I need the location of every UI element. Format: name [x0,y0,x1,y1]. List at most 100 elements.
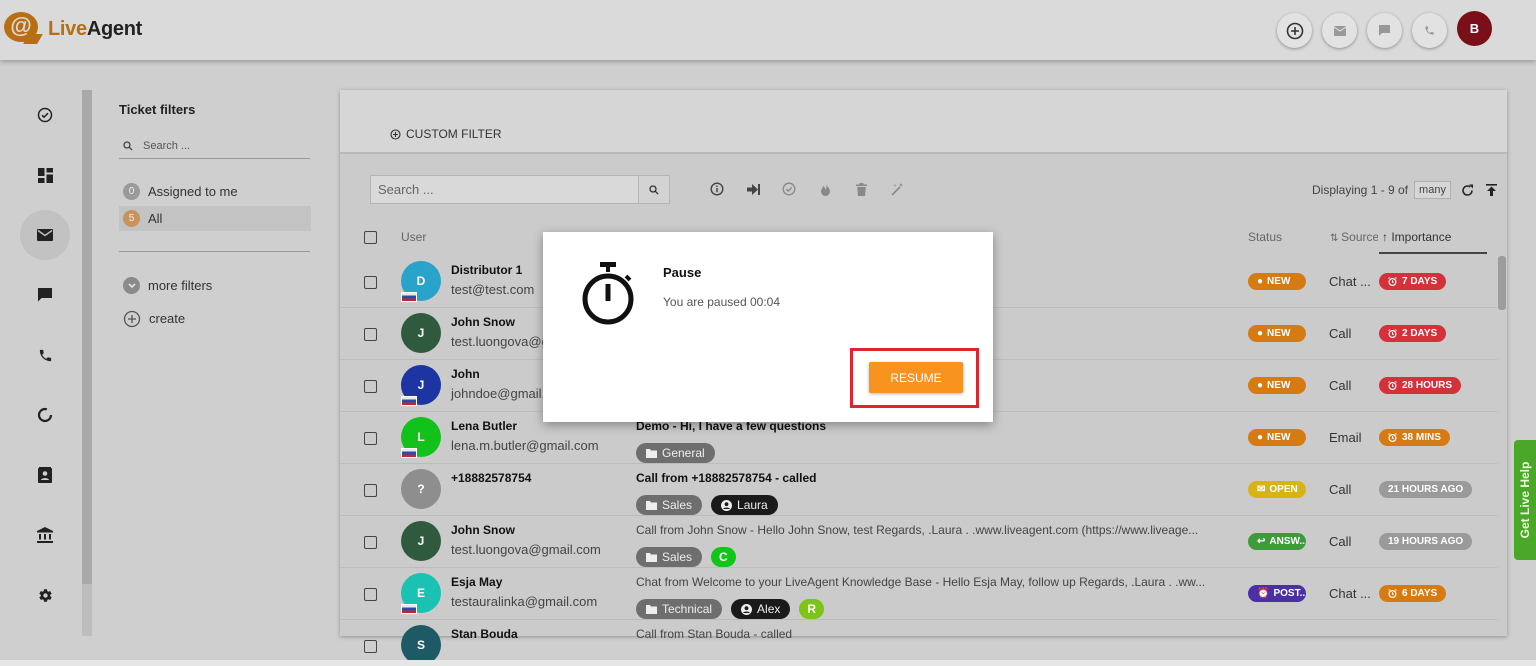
refresh-icon[interactable] [1461,184,1474,197]
contacts-icon[interactable] [20,450,70,500]
filter-all[interactable]: 5 All [119,206,311,231]
filter-search-placeholder: Search ... [143,140,191,152]
page-size-select[interactable]: many [1414,181,1451,199]
row-checkbox[interactable] [364,536,377,549]
country-flag-icon [401,604,417,614]
status-icon: ● [1257,380,1264,391]
get-live-help-tab[interactable]: Get Live Help [1514,440,1536,560]
alarm-icon [1388,433,1397,442]
liveagent-logo[interactable]: @ LiveAgent [4,12,142,46]
source-label: Chat ... [1329,586,1371,601]
row-checkbox[interactable] [364,380,377,393]
alarm-icon [1388,329,1397,338]
importance-badge: 21 HOURS AGO [1379,481,1473,498]
magic-wand-icon[interactable] [888,180,906,198]
folder-icon [646,448,657,458]
fire-icon[interactable] [816,180,834,198]
tag-label: C [719,550,728,564]
bottom-bar [0,660,1536,666]
sort-asc-icon: ↑ [1382,230,1392,244]
add-circle-icon [123,310,141,327]
check-circle-icon[interactable] [20,90,70,140]
status-icon: ⏰ [1257,588,1270,599]
user-avatar[interactable]: B [1457,11,1492,46]
status-badge: ● NEW [1248,429,1306,446]
dashboard-icon[interactable] [20,150,70,200]
status-icon: ● [1257,328,1264,339]
folder-icon [646,500,657,510]
mail-nav-icon[interactable] [20,210,70,260]
ticket-subject[interactable]: Chat from Welcome to your LiveAgent Know… [636,575,1205,589]
create-filter-button[interactable]: create [119,306,311,331]
status-label: NEW [1267,328,1291,339]
country-flag-icon [401,292,417,302]
ticket-tags: General [636,443,715,463]
chat-nav-icon[interactable] [20,270,70,320]
sort-indicator [1379,252,1487,254]
user-name: Lena Butler [451,419,518,433]
row-checkbox[interactable] [364,588,377,601]
phone-icon[interactable] [1412,13,1447,48]
row-checkbox[interactable] [364,640,377,653]
divider [119,251,310,252]
column-importance-label: Importance [1391,230,1452,244]
chat-icon[interactable] [1367,13,1402,48]
search-button[interactable] [638,175,670,204]
column-status[interactable]: Status [1248,230,1282,244]
ticket-filters-title: Ticket filters [119,102,196,117]
filter-assigned-to-me[interactable]: 0 Assigned to me [119,179,311,204]
reports-icon[interactable] [20,390,70,440]
avatar: S [401,625,441,665]
ticket-subject[interactable]: Call from +18882578754 - called [636,471,816,485]
row-checkbox[interactable] [364,432,377,445]
filter-search-input[interactable]: Search ... [119,134,310,159]
custom-filter-button[interactable]: CUSTOM FILTER [390,127,502,141]
ticket-subject[interactable]: Call from Stan Bouda - called [636,627,792,641]
ticket-tags: Sales Laura [636,495,778,515]
status-label: NEW [1267,276,1291,287]
column-user[interactable]: User [401,230,426,244]
bank-icon[interactable] [20,510,70,560]
column-importance[interactable]: ↑ Importance [1382,230,1451,244]
resolve-icon[interactable] [780,180,798,198]
sort-icon: ⇅ [1330,233,1342,244]
user-name: John [451,367,480,381]
source-label: Call [1329,482,1352,497]
row-checkbox[interactable] [364,276,377,289]
select-all-checkbox[interactable] [364,231,377,244]
more-filters-button[interactable]: more filters [119,273,311,298]
count-badge: 0 [123,183,140,200]
user-email: test@test.com [451,282,535,297]
phone-nav-icon[interactable] [20,330,70,380]
ticket-subject[interactable]: Call from John Snow - Hello John Snow, t… [636,523,1198,537]
filter-scrollbar-thumb[interactable] [82,90,92,584]
row-checkbox[interactable] [364,328,377,341]
tag-label: Sales [662,550,693,564]
count-badge: 5 [123,210,140,227]
add-circle-icon[interactable] [1277,13,1312,48]
filter-label: Assigned to me [148,184,238,199]
table-scrollbar-thumb[interactable] [1498,256,1506,310]
search-icon [649,184,659,194]
resume-button[interactable]: RESUME [869,362,963,393]
user-name: +18882578754 [451,471,532,485]
importance-badge: 19 HOURS AGO [1379,533,1473,550]
info-icon[interactable] [708,180,726,198]
more-filters-label: more filters [148,278,213,293]
importance-label: 21 HOURS AGO [1388,484,1464,495]
tag-label: Alex [757,602,781,616]
trash-icon[interactable] [852,180,870,198]
folder-icon [646,604,657,614]
folder-icon [646,552,657,562]
tag-dept: Technical [636,599,723,619]
row-checkbox[interactable] [364,484,377,497]
gear-icon[interactable] [20,570,70,620]
column-source[interactable]: ⇅ Source [1330,230,1378,244]
scroll-top-icon[interactable] [1485,184,1497,196]
logo-text: LiveAgent [48,17,142,40]
ticket-search-input[interactable]: Search ... [370,175,639,204]
forward-icon[interactable] [744,180,762,198]
user-name: Distributor 1 [451,263,523,277]
mail-icon[interactable] [1322,13,1357,48]
status-label: OPEN [1269,484,1298,495]
